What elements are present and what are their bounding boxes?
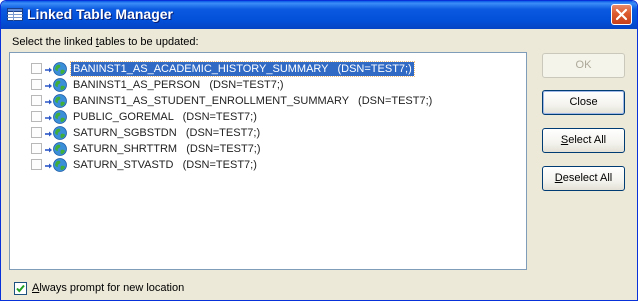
checkmark-icon [16, 284, 25, 293]
linked-table-globe-icon [45, 142, 67, 156]
deselect-all-button[interactable]: Deselect All [542, 166, 625, 191]
table-row[interactable]: BANINST1_AS_ACADEMIC_HISTORY_SUMMARY (DS… [10, 61, 526, 77]
linked-table-globe-icon [45, 94, 67, 108]
table-row-label: SATURN_STVASTD (DSN=TEST7;) [73, 159, 257, 171]
close-window-button[interactable] [611, 4, 632, 25]
table-row[interactable]: SATURN_STVASTD (DSN=TEST7;) [10, 157, 526, 173]
linked-table-globe-icon [45, 126, 67, 140]
always-prompt-checkbox[interactable] [14, 282, 27, 295]
close-button[interactable]: Close [542, 90, 625, 115]
table-row-checkbox[interactable] [31, 95, 42, 106]
table-row-checkbox[interactable] [31, 127, 42, 138]
table-row-label: BANINST1_AS_PERSON (DSN=TEST7;) [73, 79, 284, 91]
linked-table-globe-icon [45, 110, 67, 124]
linked-table-globe-icon [45, 158, 67, 172]
ok-button[interactable]: OK [542, 53, 625, 78]
table-row-label: SATURN_SGBSTDN (DSN=TEST7;) [73, 127, 261, 139]
table-row[interactable]: SATURN_SHRTTRM (DSN=TEST7;) [10, 141, 526, 157]
linked-table-globe-icon [45, 78, 67, 92]
table-row-checkbox[interactable] [31, 63, 42, 74]
always-prompt-label[interactable]: Always prompt for new location [32, 282, 184, 294]
select-all-button[interactable]: Select All [542, 128, 625, 153]
window-title: Linked Table Manager [27, 6, 173, 22]
table-row-checkbox[interactable] [31, 111, 42, 122]
table-row-label: BANINST1_AS_STUDENT_ENROLLMENT_SUMMARY (… [73, 95, 433, 107]
table-row[interactable]: SATURN_SGBSTDN (DSN=TEST7;) [10, 125, 526, 141]
table-row-label: BANINST1_AS_ACADEMIC_HISTORY_SUMMARY (DS… [70, 61, 415, 77]
table-row[interactable]: BANINST1_AS_PERSON (DSN=TEST7;) [10, 77, 526, 93]
table-row[interactable]: PUBLIC_GOREMAL (DSN=TEST7;) [10, 109, 526, 125]
table-row-checkbox[interactable] [31, 159, 42, 170]
table-row-checkbox[interactable] [31, 143, 42, 154]
table-row-label: SATURN_SHRTTRM (DSN=TEST7;) [73, 143, 261, 155]
table-icon [7, 8, 23, 21]
linked-table-manager-dialog: Linked Table Manager Select the linked t… [0, 0, 638, 301]
close-icon [615, 8, 628, 21]
linked-tables-list[interactable]: BANINST1_AS_ACADEMIC_HISTORY_SUMMARY (DS… [9, 52, 527, 270]
instruction-label: Select the linked tables to be updated: [12, 36, 199, 48]
title-bar[interactable]: Linked Table Manager [1, 1, 637, 29]
table-row-checkbox[interactable] [31, 79, 42, 90]
table-row-label: PUBLIC_GOREMAL (DSN=TEST7;) [73, 111, 257, 123]
linked-table-globe-icon [45, 62, 67, 76]
table-row[interactable]: BANINST1_AS_STUDENT_ENROLLMENT_SUMMARY (… [10, 93, 526, 109]
